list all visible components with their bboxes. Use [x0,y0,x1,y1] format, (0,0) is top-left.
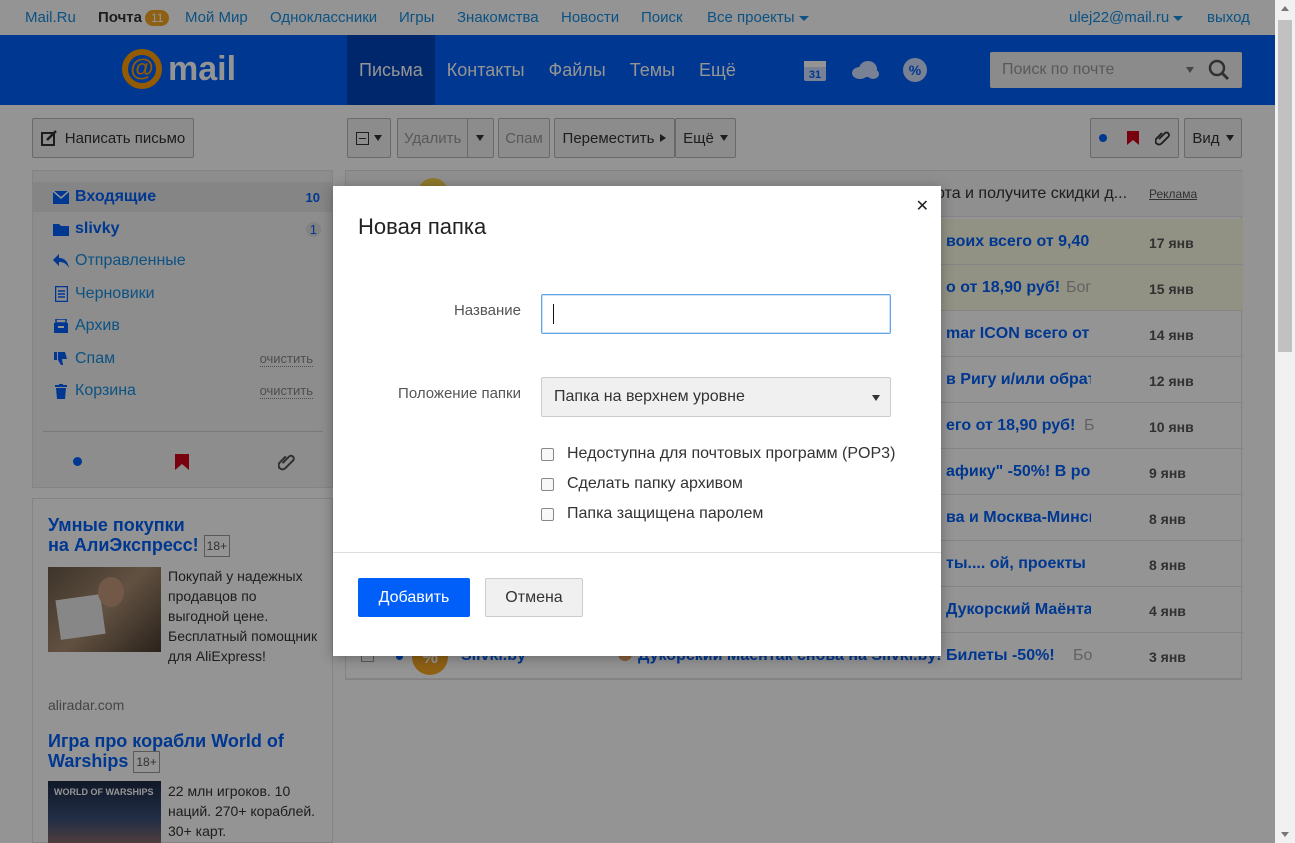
password-checkbox[interactable] [541,507,554,521]
folder-position-select[interactable]: Папка на верхнем уровне [541,377,891,417]
archive-checkbox-row[interactable]: Сделать папку архивом [541,475,743,493]
scrollbar-thumb[interactable] [1278,20,1292,352]
chevron-down-icon [872,395,880,401]
checkbox-label: Папка защищена паролем [567,505,764,522]
close-icon[interactable]: ✕ [916,196,929,216]
page-scrollbar[interactable] [1275,0,1295,843]
checkbox-label: Недоступна для почтовых программ (POP3) [567,445,896,462]
dialog-title: Новая папка [358,214,487,239]
position-label: Положение папки [398,385,521,402]
archive-checkbox[interactable] [541,477,554,491]
scroll-down-icon[interactable] [1281,832,1289,837]
new-folder-dialog: Новая папка ✕ Название Положение папки П… [333,186,941,656]
cancel-button[interactable]: Отмена [485,578,583,617]
folder-position-value: Папка на верхнем уровне [554,388,745,405]
text-cursor [553,304,554,324]
scroll-up-icon[interactable] [1281,6,1289,11]
name-label: Название [453,302,521,319]
pop3-checkbox-row[interactable]: Недоступна для почтовых программ (POP3) [541,445,895,463]
add-button[interactable]: Добавить [358,578,470,617]
pop3-checkbox[interactable] [541,447,554,461]
divider [333,552,941,553]
password-checkbox-row[interactable]: Папка защищена паролем [541,505,763,523]
folder-name-input[interactable] [541,294,891,334]
checkbox-label: Сделать папку архивом [567,475,743,492]
